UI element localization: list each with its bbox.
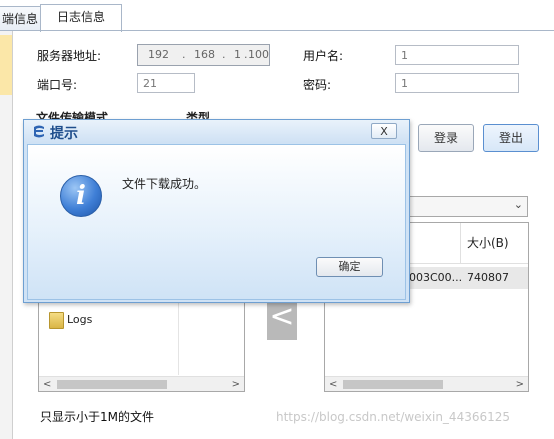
table-cell-name: 003C00...: [409, 271, 463, 284]
ok-button[interactable]: 确定: [316, 257, 383, 277]
info-icon: i: [60, 175, 102, 217]
ip-dot-2: .: [222, 48, 226, 61]
port-label: 端口号:: [37, 78, 78, 92]
scroll-right-icon[interactable]: >: [516, 377, 524, 392]
close-icon[interactable]: X: [371, 123, 397, 139]
dialog-body: i 文件下载成功。 确定: [27, 144, 406, 300]
ip-octet-1: 192: [148, 48, 169, 61]
ip-dot-3: .: [244, 48, 248, 61]
scroll-thumb[interactable]: [343, 380, 443, 389]
tab-divider: [0, 30, 554, 31]
table-cell-size: 740807: [467, 271, 509, 284]
password-input[interactable]: 1: [395, 73, 519, 93]
local-horizontal-scrollbar[interactable]: < >: [39, 376, 244, 391]
port-input[interactable]: 21: [137, 73, 195, 93]
tab-client-info[interactable]: 端信息: [0, 6, 42, 31]
ip-dot-1: .: [182, 48, 186, 61]
username-label: 用户名:: [303, 49, 344, 63]
app-logo-icon: [34, 125, 44, 138]
dialog-title-bar[interactable]: 提示 X: [24, 120, 409, 143]
list-item-label: Logs: [67, 313, 93, 326]
header-divider: [460, 223, 461, 263]
remote-horizontal-scrollbar[interactable]: < >: [325, 376, 528, 391]
local-file-list[interactable]: Logs < >: [38, 296, 245, 392]
dialog-title: 提示: [50, 126, 78, 142]
local-column-divider: [178, 297, 179, 375]
watermark-text: https://blog.csdn.net/weixin_44366125: [276, 410, 511, 424]
left-tree-strip: [0, 31, 13, 439]
ip-octet-3: 1: [234, 48, 241, 61]
scroll-right-icon[interactable]: >: [232, 377, 240, 392]
left-tree-selection: [0, 35, 12, 95]
ip-octet-4: 100: [248, 48, 269, 61]
ip-octet-2: 168: [194, 48, 215, 61]
logout-button[interactable]: 登出: [483, 124, 539, 152]
scroll-left-icon[interactable]: <: [43, 377, 51, 392]
chevron-down-icon: ⌄: [513, 198, 523, 211]
server-address-label: 服务器地址:: [37, 49, 102, 63]
column-size-header[interactable]: 大小(B): [467, 234, 509, 251]
tab-client-info-label: 端信息: [1, 12, 38, 26]
folder-icon: [49, 312, 64, 329]
login-button[interactable]: 登录: [418, 124, 474, 152]
tab-log-info[interactable]: 日志信息: [40, 4, 122, 32]
tab-log-info-label: 日志信息: [56, 10, 105, 24]
scroll-thumb[interactable]: [57, 380, 167, 389]
filter-label: 只显示小于1M的文件: [40, 410, 154, 424]
message-dialog: 提示 X i 文件下载成功。 确定: [23, 119, 410, 303]
dialog-message: 文件下载成功。: [122, 177, 207, 191]
server-ip-input[interactable]: 192 . 168 . 1 . 100: [137, 44, 270, 66]
password-label: 密码:: [303, 78, 332, 92]
username-input[interactable]: 1: [395, 45, 519, 65]
remote-path-combo[interactable]: ⌄: [408, 196, 528, 217]
scroll-left-icon[interactable]: <: [329, 377, 337, 392]
